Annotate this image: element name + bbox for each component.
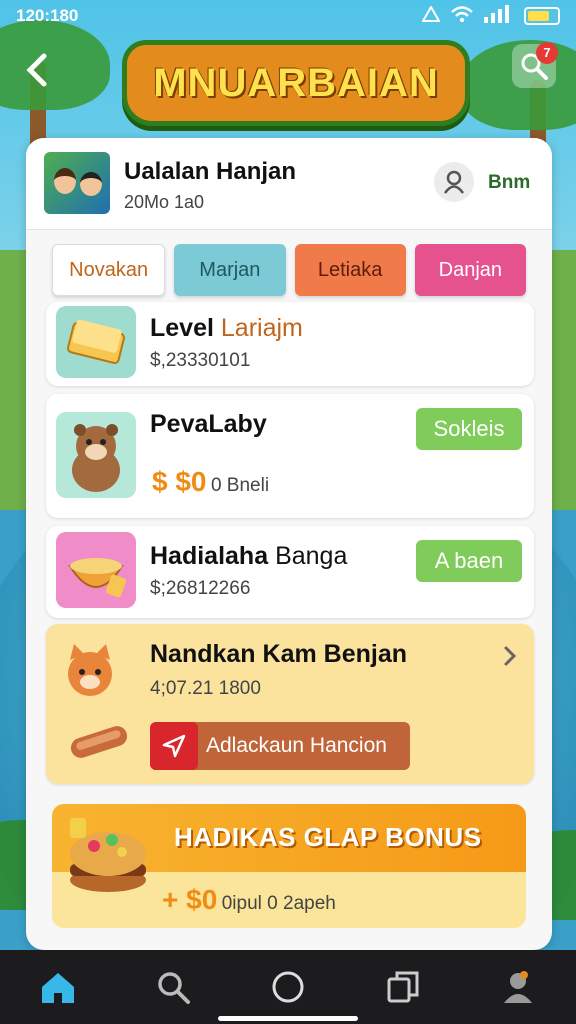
notification-badge: 7 xyxy=(536,42,558,64)
avatar[interactable] xyxy=(44,152,110,214)
signal-icon xyxy=(421,4,441,27)
home-icon xyxy=(41,973,74,1003)
status-time: 120:180 xyxy=(16,6,79,25)
chevron-left-icon xyxy=(26,53,47,87)
nandkan-title: Nandkan Kam Benjan xyxy=(150,640,408,668)
fox-icon xyxy=(60,640,120,700)
action-button[interactable]: Adlackaun Hancion xyxy=(150,722,410,770)
tab-bar: Novakan Marjan Letiaka Danjan xyxy=(52,244,526,296)
list-item-nandkan[interactable]: Nandkan Kam Benjan 4;07.21 1800 Adlackau… xyxy=(46,624,534,784)
wifi-icon xyxy=(450,5,474,28)
tab-marjan[interactable]: Marjan xyxy=(174,244,286,296)
bonus-card[interactable]: HADIKAS GLAP BONUS + $0 0ipul 0 2apeh xyxy=(52,804,526,928)
user-button[interactable] xyxy=(434,162,474,202)
list-item-hadialaha[interactable]: Hadialaha Banga $;26812266 A baen xyxy=(46,526,534,618)
send-icon xyxy=(150,722,198,770)
tab-letiaka[interactable]: Letiaka xyxy=(294,244,406,296)
nav-search[interactable] xyxy=(145,959,201,1015)
nav-home[interactable] xyxy=(30,959,86,1015)
hadialaha-value: $;26812266 xyxy=(150,578,251,599)
a-baen-button[interactable]: A baen xyxy=(416,540,522,582)
chevron-right-icon[interactable] xyxy=(502,644,518,673)
home-indicator xyxy=(218,1016,358,1021)
windows-icon xyxy=(387,971,419,1003)
food-bowl-icon xyxy=(56,532,136,608)
page-title: MNUARBAIAN xyxy=(153,60,439,105)
nandkan-value: 4;07.21 1800 xyxy=(150,678,261,699)
nav-profile[interactable] xyxy=(490,959,546,1015)
bonus-price: + $0 0ipul 0 2apeh xyxy=(162,884,336,915)
game-title-banner: MNUARBAIAN xyxy=(122,40,470,126)
profile-right-label: Bnm xyxy=(488,172,531,193)
list-item-pevalaby[interactable]: PevaLaby Sokleis $ $0 0 Bneli xyxy=(46,394,534,518)
back-button[interactable] xyxy=(22,50,58,94)
nav-windows[interactable] xyxy=(375,959,431,1015)
search-icon xyxy=(158,972,190,1004)
beaver-icon xyxy=(56,412,136,498)
bonus-title: HADIKAS GLAP BONUS xyxy=(174,822,482,852)
profile-subtitle: 20Mo 1a0 xyxy=(124,192,205,212)
circle-icon xyxy=(272,971,304,1003)
burger-icon xyxy=(60,812,156,908)
pevalaby-price: $ $0 0 Bneli xyxy=(152,466,270,497)
content-area: Novakan Marjan Letiaka Danjan Level Lari… xyxy=(32,230,546,950)
battery-icon xyxy=(524,7,560,25)
level-value: $,23330101 xyxy=(150,350,251,371)
tab-novakan[interactable]: Novakan xyxy=(52,244,166,296)
user-icon xyxy=(443,170,465,194)
nav-circle[interactable] xyxy=(260,959,316,1015)
bottom-nav xyxy=(0,950,576,1024)
pevalaby-title: PevaLaby xyxy=(150,410,267,438)
tab-danjan[interactable]: Danjan xyxy=(414,244,526,296)
action-button-label: Adlackaun Hancion xyxy=(206,734,387,757)
profile-name: Ualalan Hanjan xyxy=(124,158,297,185)
hadialaha-title: Hadialaha Banga xyxy=(150,542,348,570)
level-title: Level Lariajm xyxy=(150,314,303,342)
sausage-icon xyxy=(66,720,132,762)
sokleis-button[interactable]: Sokleis xyxy=(416,408,522,450)
cell-signal-icon xyxy=(484,4,514,28)
status-bar: 120:180 xyxy=(0,0,576,32)
profile-header: Ualalan Hanjan 20Mo 1a0 Bnm xyxy=(26,138,552,230)
list-item-level[interactable]: Level Lariajm $,23330101 xyxy=(46,302,534,386)
main-panel: Ualalan Hanjan 20Mo 1a0 Bnm Novakan Marj… xyxy=(26,138,552,950)
book-icon xyxy=(56,306,136,378)
profile-icon xyxy=(504,971,533,1003)
